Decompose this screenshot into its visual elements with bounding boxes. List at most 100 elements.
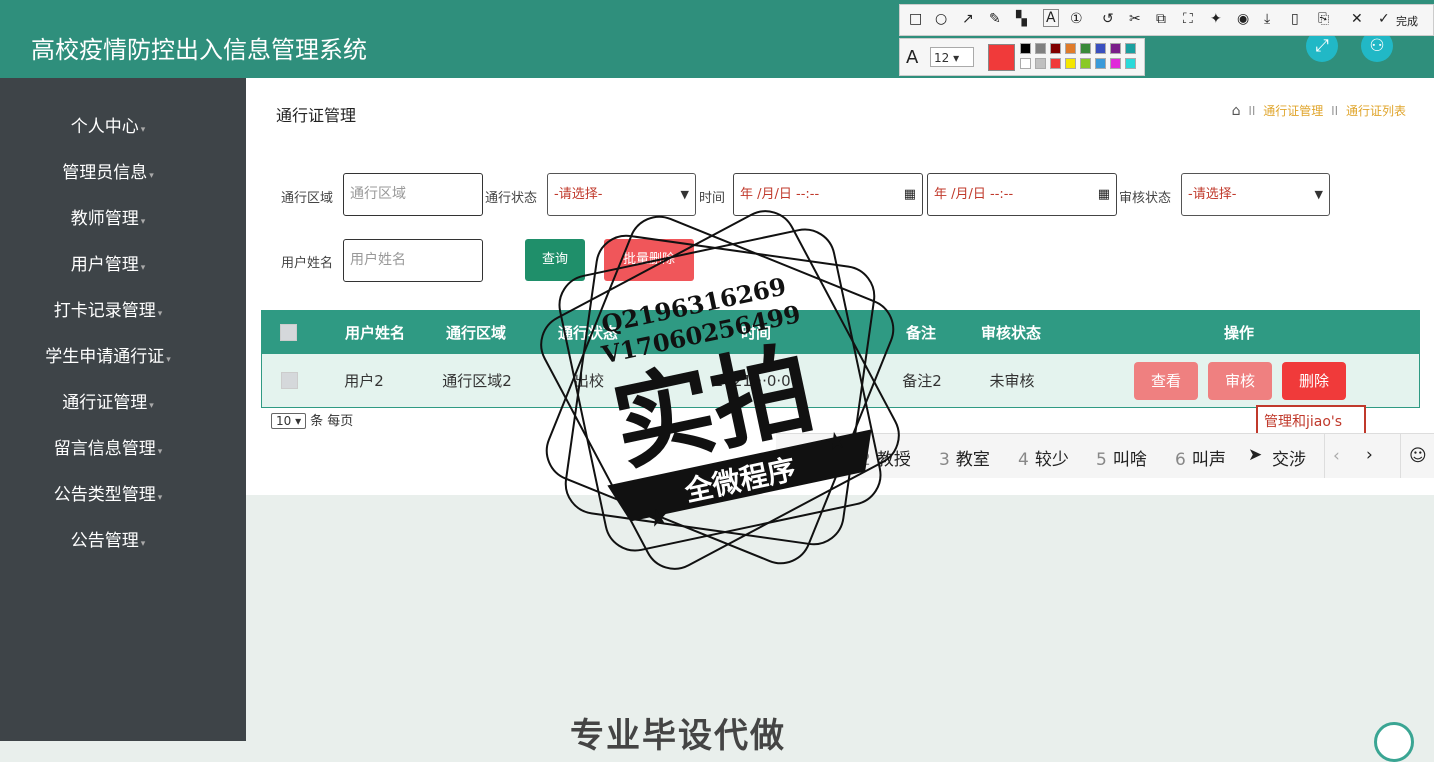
sidebar-item-pass-manage[interactable]: 通行证管理 ▾: [0, 388, 216, 413]
check-icon[interactable]: ✓: [1378, 11, 1390, 27]
sidebar-item-notice-types[interactable]: 公告类型管理 ▾: [0, 480, 216, 505]
done-label[interactable]: 完成: [1396, 13, 1418, 29]
color-swatch[interactable]: [1020, 58, 1031, 69]
color-swatch[interactable]: [1080, 43, 1091, 54]
ime-prev-icon[interactable]: ‹: [1324, 434, 1340, 478]
row-checkbox[interactable]: [262, 354, 316, 407]
breadcrumb-item[interactable]: 通行证管理: [1263, 104, 1323, 118]
font-size-value: 12: [934, 51, 950, 65]
color-swatch[interactable]: [1035, 43, 1046, 54]
table-header: 用户姓名 通行区域 通行状态 时间 备注 审核状态 操作: [261, 310, 1420, 354]
color-swatch[interactable]: [1065, 43, 1076, 54]
arrow-icon[interactable]: ↗: [962, 11, 974, 27]
ellipse-icon[interactable]: ○: [935, 11, 947, 27]
phone-icon[interactable]: ▯: [1291, 11, 1299, 27]
cut-icon[interactable]: ✂: [1129, 11, 1141, 27]
ime-candidate-text: 叫声: [1191, 450, 1226, 470]
color-swatch[interactable]: [1035, 58, 1046, 69]
ime-candidate[interactable]: 5 叫啥: [1096, 445, 1147, 470]
ime-candidate-text: 较少: [1034, 450, 1069, 470]
date-end-input[interactable]: 年 /月/日 --:-- ▦: [927, 173, 1117, 216]
cell-note: 备注2: [902, 372, 942, 390]
color-swatch[interactable]: [1065, 58, 1076, 69]
number-icon[interactable]: ①: [1070, 11, 1083, 27]
calendar-icon[interactable]: ▦: [1098, 174, 1110, 215]
font-size-select[interactable]: 12 ▾: [930, 47, 974, 67]
breadcrumb-item[interactable]: 通行证列表: [1346, 104, 1406, 118]
ocr-icon[interactable]: ⧉: [1156, 11, 1166, 27]
view-button[interactable]: 查看: [1134, 362, 1198, 400]
sidebar-item-apply-pass[interactable]: 学生申请通行证 ▾: [0, 342, 216, 367]
scroll-top-icon[interactable]: [1374, 722, 1414, 762]
sidebar-item-checkin[interactable]: 打卡记录管理 ▾: [0, 296, 216, 321]
name-input[interactable]: 用户姓名: [343, 239, 483, 282]
ime-next-icon[interactable]: ›: [1366, 445, 1373, 465]
status-select[interactable]: -请选择- ▼: [547, 173, 696, 216]
ime-composition: 管理和jiao's: [1256, 405, 1366, 435]
current-color-swatch[interactable]: [988, 44, 1015, 71]
color-swatch[interactable]: [1110, 58, 1121, 69]
search-button[interactable]: 查询: [525, 239, 585, 281]
ime-candidate[interactable]: 6 叫声: [1175, 445, 1226, 470]
delete-button[interactable]: 删除: [1282, 362, 1346, 400]
color-swatch[interactable]: [1125, 43, 1136, 54]
area-label: 通行区域: [281, 191, 334, 206]
audit-select[interactable]: -请选择- ▼: [1181, 173, 1330, 216]
batch-delete-button[interactable]: 批量删除: [604, 239, 694, 281]
cell-name: 用户2: [344, 372, 384, 390]
color-swatch[interactable]: [1080, 58, 1091, 69]
sidebar-item-messages[interactable]: 留言信息管理 ▾: [0, 434, 216, 459]
select-all-checkbox[interactable]: [261, 310, 315, 354]
text-icon[interactable]: A: [1043, 9, 1059, 27]
sidebar-item-profile[interactable]: 个人中心 ▾: [0, 112, 216, 137]
bookmark-icon[interactable]: ⎘: [1318, 11, 1329, 27]
ime-candidate-number: 5: [1096, 450, 1107, 470]
scan-icon[interactable]: ⛶: [1183, 11, 1193, 27]
ime-candidate-partial[interactable]: 师: [816, 445, 833, 470]
sidebar-item-admin[interactable]: 管理员信息 ▾: [0, 158, 216, 183]
color-swatch[interactable]: [1125, 58, 1136, 69]
date-start-value: 年 /月/日 --:--: [740, 187, 820, 202]
color-swatch[interactable]: [1110, 43, 1121, 54]
cursor-icon: ➤: [1248, 445, 1263, 465]
date-start-input[interactable]: 年 /月/日 --:-- ▦: [733, 173, 923, 216]
ime-candidate-bar: 师 2 教授 3 教室 4 较少 5 叫啥 6 叫声 ➤ 交涉 ‹ › ☺: [776, 433, 1434, 478]
audit-button[interactable]: 审核: [1208, 362, 1272, 400]
breadcrumb: ⌂ II 通行证管理 II 通行证列表: [1232, 102, 1406, 119]
mosaic-icon[interactable]: ▚: [1016, 11, 1027, 27]
color-swatch[interactable]: [1095, 58, 1106, 69]
below-fold-text: 专业毕设代做: [570, 716, 786, 756]
ime-candidate[interactable]: 4 较少: [1018, 445, 1069, 470]
pin-icon[interactable]: ✦: [1210, 11, 1222, 27]
emoji-icon[interactable]: ☺: [1400, 434, 1427, 478]
color-swatch[interactable]: [1050, 58, 1061, 69]
page-size-select[interactable]: 10 ▾: [271, 413, 307, 429]
sidebar-item-users[interactable]: 用户管理 ▾: [0, 250, 216, 275]
color-swatch[interactable]: [1020, 43, 1031, 54]
area-input[interactable]: 通行区域: [343, 173, 483, 216]
cell-area: 通行区域2: [442, 372, 512, 390]
pen-icon[interactable]: ✎: [989, 11, 1001, 27]
color-swatch[interactable]: [1095, 43, 1106, 54]
close-icon[interactable]: ✕: [1351, 11, 1363, 27]
record-icon[interactable]: ◉: [1237, 11, 1249, 27]
download-icon[interactable]: ⤓: [1264, 11, 1270, 27]
name-label: 用户姓名: [281, 256, 334, 271]
snip-style-row: A 12 ▾: [899, 38, 1145, 76]
ime-candidate[interactable]: 2 教授: [860, 445, 911, 470]
col-time: 时间: [740, 323, 771, 342]
ime-candidate-text: 叫啥: [1112, 450, 1147, 470]
ime-candidate[interactable]: 交涉: [1272, 445, 1306, 470]
color-swatch[interactable]: [1050, 43, 1061, 54]
calendar-icon[interactable]: ▦: [904, 174, 916, 215]
sidebar-item-notices[interactable]: 公告管理 ▾: [0, 526, 216, 551]
rectangle-icon[interactable]: □: [909, 11, 922, 27]
font-icon: A: [906, 47, 919, 68]
audit-label: 审核状态: [1119, 191, 1172, 206]
star-icon: ★: [645, 502, 672, 534]
undo-icon[interactable]: ↺: [1102, 11, 1114, 27]
page-title: 通行证管理: [276, 106, 357, 125]
ime-candidate[interactable]: 3 教室: [939, 445, 990, 470]
sidebar-item-teachers[interactable]: 教师管理 ▾: [0, 204, 216, 229]
home-icon[interactable]: ⌂: [1232, 103, 1241, 119]
